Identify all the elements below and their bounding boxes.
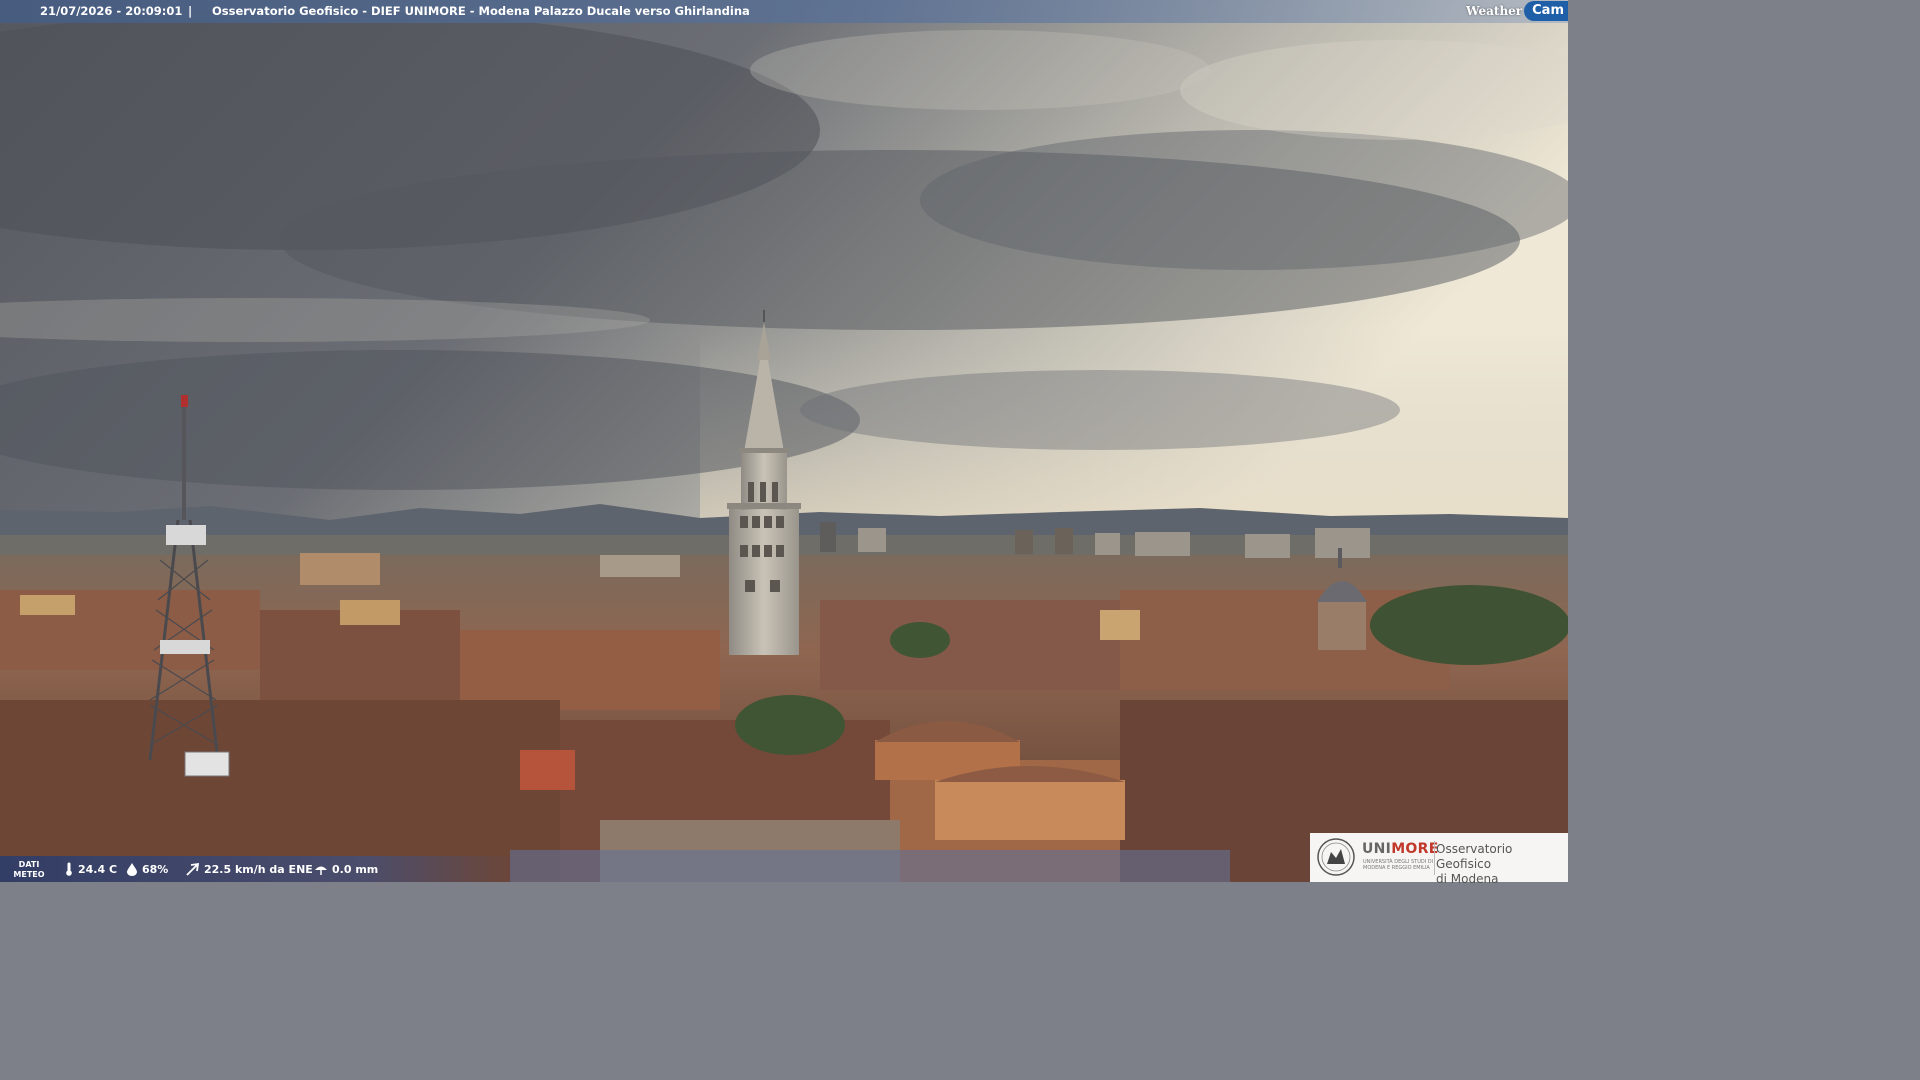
observatory-name: Osservatorio Geofisico di Modena — [1436, 842, 1568, 887]
temperature-value: 24.4 C — [78, 862, 118, 876]
foreground-palace-roof — [510, 850, 1230, 882]
unimore-observatory-logo: UNIMORE UNIVERSITÀ DEGLI STUDI DI MODENA… — [1310, 833, 1568, 886]
weathercam-weather-text: Weather — [1466, 3, 1523, 18]
logo-divider — [1434, 841, 1435, 875]
timestamp: 21/07/2026 - 20:09:01 — [40, 4, 183, 18]
tree-cluster-right — [1370, 585, 1568, 665]
university-subtitle: UNIVERSITÀ DEGLI STUDI DI MODENA E REGGI… — [1363, 859, 1433, 871]
dati-meteo-label: DATI METEO — [10, 860, 48, 880]
wind-icon — [186, 862, 200, 876]
humidity-reading: 68% — [126, 862, 168, 876]
wind-value: 22.5 km/h da ENE — [204, 862, 313, 876]
dati-meteo-line2: METEO — [13, 870, 45, 879]
camera-title: Osservatorio Geofisico - DIEF UNIMORE - … — [212, 4, 750, 18]
temperature-reading: 24.4 C — [64, 862, 117, 876]
tree-cluster-center — [735, 695, 845, 755]
university-seal-icon — [1317, 838, 1355, 876]
unimore-prefix: UNI — [1362, 841, 1392, 857]
tree-cluster-small — [890, 622, 950, 658]
dati-meteo-line1: DATI — [18, 860, 40, 869]
weathercam-logo: Weather Cam — [1466, 0, 1568, 22]
weathercam-cam-text: Cam — [1524, 1, 1568, 21]
observatory-name-line2: di Modena — [1436, 872, 1499, 886]
top-overlay-bar: 21/07/2026 - 20:09:01 | Osservatorio Geo… — [0, 0, 1568, 23]
rain-value: 0.0 mm — [332, 862, 379, 876]
thermometer-icon — [66, 862, 72, 876]
university-subtitle-line2: MODENA E REGGIO EMILIA — [1363, 865, 1430, 871]
unimore-suffix: MORE — [1391, 841, 1439, 857]
webcam-photo-modena — [0, 0, 1568, 882]
unimore-wordmark: UNIMORE — [1362, 841, 1439, 857]
humidity-value: 68% — [142, 862, 169, 876]
wind-reading: 22.5 km/h da ENE — [186, 862, 313, 876]
rain-icon — [315, 866, 327, 875]
title-separator: | — [188, 4, 193, 18]
observatory-name-line1: Osservatorio Geofisico — [1436, 842, 1513, 871]
humidity-drop-icon — [127, 863, 137, 876]
weather-data-bar: DATI METEO 24.4 C 68% 22.5 km/h da ENE 0… — [0, 856, 520, 882]
rain-reading: 0.0 mm — [314, 862, 378, 876]
